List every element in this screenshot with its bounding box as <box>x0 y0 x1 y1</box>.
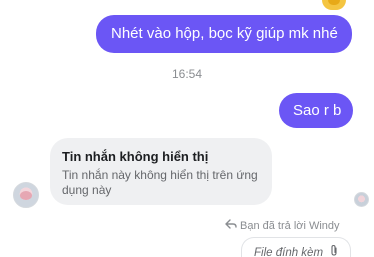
attachment-label: File đính kèm <box>254 247 324 257</box>
unavailable-message-body-line: Tin nhắn này không hiển thị trên ứng <box>62 168 258 182</box>
reply-indicator-text: Bạn đã trả lời Windy <box>240 219 340 232</box>
outgoing-message-bubble[interactable]: Nhét vào hộp, bọc kỹ giúp mk nhé <box>96 15 352 53</box>
outgoing-message-bubble[interactable]: Sao r b <box>279 93 353 128</box>
seen-avatar <box>354 192 369 207</box>
unavailable-message-body-line: dụng này <box>62 183 112 197</box>
reply-indicator: Bạn đã trả lời Windy <box>225 219 340 232</box>
attachment-reply-preview[interactable]: File đính kèm <box>241 237 351 257</box>
message-text: Nhét vào hộp, bọc kỹ giúp mk nhé <box>111 25 338 42</box>
unavailable-message-title: Tin nhắn không hiển thị <box>62 149 209 164</box>
reaction-icon <box>322 0 346 10</box>
contact-avatar[interactable] <box>13 182 39 208</box>
reply-arrow-icon <box>225 219 237 232</box>
message-text: Sao r b <box>293 102 342 119</box>
paperclip-icon <box>330 244 338 257</box>
message-timestamp: 16:54 <box>171 67 203 81</box>
unavailable-message-body: Tin nhắn này không hiển thị trên ứng dụn… <box>62 168 260 198</box>
incoming-message-bubble[interactable]: Tin nhắn không hiển thị Tin nhắn này khô… <box>50 138 272 205</box>
